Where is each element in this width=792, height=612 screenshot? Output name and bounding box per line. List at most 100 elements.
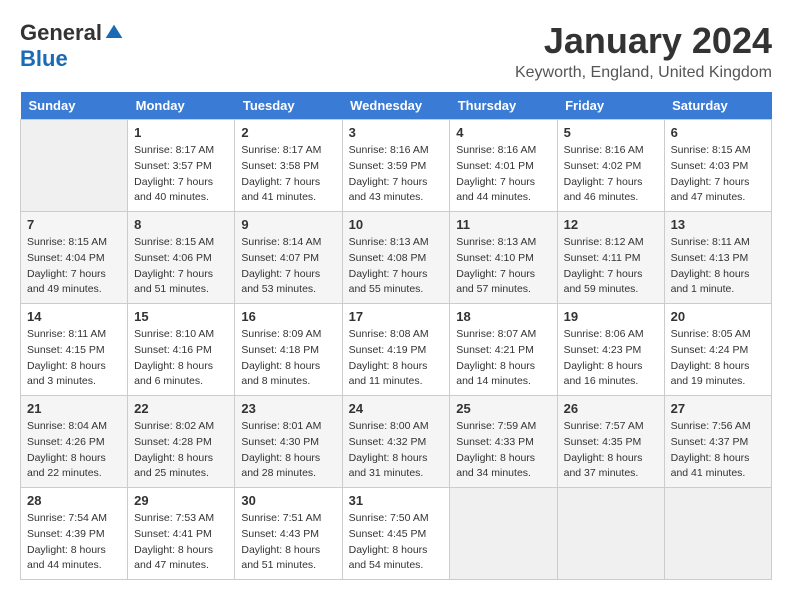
- calendar-cell-31: 31 Sunrise: 7:50 AM Sunset: 4:45 PM Dayl…: [342, 488, 450, 580]
- day-number: 9: [241, 217, 335, 232]
- logo-blue-text: Blue: [20, 46, 68, 72]
- calendar-cell-28: 28 Sunrise: 7:54 AM Sunset: 4:39 PM Dayl…: [21, 488, 128, 580]
- calendar-cell-9: 9 Sunrise: 8:14 AM Sunset: 4:07 PM Dayli…: [235, 212, 342, 304]
- header-sunday: Sunday: [21, 92, 128, 120]
- week-row-2: 7 Sunrise: 8:15 AM Sunset: 4:04 PM Dayli…: [21, 212, 772, 304]
- day-number: 16: [241, 309, 335, 324]
- location-title: Keyworth, England, United Kingdom: [515, 64, 772, 82]
- day-number: 21: [27, 401, 121, 416]
- day-info: Sunrise: 8:06 AM Sunset: 4:23 PM Dayligh…: [564, 327, 658, 390]
- calendar-cell-23: 23 Sunrise: 8:01 AM Sunset: 4:30 PM Dayl…: [235, 396, 342, 488]
- day-info: Sunrise: 8:04 AM Sunset: 4:26 PM Dayligh…: [27, 419, 121, 482]
- day-info: Sunrise: 8:00 AM Sunset: 4:32 PM Dayligh…: [349, 419, 444, 482]
- day-number: 27: [671, 401, 765, 416]
- calendar-cell-30: 30 Sunrise: 7:51 AM Sunset: 4:43 PM Dayl…: [235, 488, 342, 580]
- header-saturday: Saturday: [664, 92, 771, 120]
- day-number: 17: [349, 309, 444, 324]
- day-info: Sunrise: 7:50 AM Sunset: 4:45 PM Dayligh…: [349, 511, 444, 574]
- calendar-cell-22: 22 Sunrise: 8:02 AM Sunset: 4:28 PM Dayl…: [128, 396, 235, 488]
- day-info: Sunrise: 7:54 AM Sunset: 4:39 PM Dayligh…: [27, 511, 121, 574]
- calendar-cell-0: [21, 120, 128, 212]
- day-number: 18: [456, 309, 550, 324]
- week-row-3: 14 Sunrise: 8:11 AM Sunset: 4:15 PM Dayl…: [21, 304, 772, 396]
- calendar-cell-3: 3 Sunrise: 8:16 AM Sunset: 3:59 PM Dayli…: [342, 120, 450, 212]
- day-number: 15: [134, 309, 228, 324]
- calendar-cell-6: 6 Sunrise: 8:15 AM Sunset: 4:03 PM Dayli…: [664, 120, 771, 212]
- calendar-cell-19: 19 Sunrise: 8:06 AM Sunset: 4:23 PM Dayl…: [557, 304, 664, 396]
- calendar-cell-16: 16 Sunrise: 8:09 AM Sunset: 4:18 PM Dayl…: [235, 304, 342, 396]
- calendar-cell-1: 1 Sunrise: 8:17 AM Sunset: 3:57 PM Dayli…: [128, 120, 235, 212]
- calendar-cell-32: [450, 488, 557, 580]
- calendar-cell-5: 5 Sunrise: 8:16 AM Sunset: 4:02 PM Dayli…: [557, 120, 664, 212]
- day-info: Sunrise: 8:08 AM Sunset: 4:19 PM Dayligh…: [349, 327, 444, 390]
- day-info: Sunrise: 7:59 AM Sunset: 4:33 PM Dayligh…: [456, 419, 550, 482]
- day-number: 3: [349, 125, 444, 140]
- calendar-cell-21: 21 Sunrise: 8:04 AM Sunset: 4:26 PM Dayl…: [21, 396, 128, 488]
- calendar-cell-11: 11 Sunrise: 8:13 AM Sunset: 4:10 PM Dayl…: [450, 212, 557, 304]
- day-number: 13: [671, 217, 765, 232]
- calendar-cell-18: 18 Sunrise: 8:07 AM Sunset: 4:21 PM Dayl…: [450, 304, 557, 396]
- header-thursday: Thursday: [450, 92, 557, 120]
- day-number: 7: [27, 217, 121, 232]
- day-number: 2: [241, 125, 335, 140]
- day-info: Sunrise: 7:53 AM Sunset: 4:41 PM Dayligh…: [134, 511, 228, 574]
- day-number: 11: [456, 217, 550, 232]
- day-info: Sunrise: 7:51 AM Sunset: 4:43 PM Dayligh…: [241, 511, 335, 574]
- header-monday: Monday: [128, 92, 235, 120]
- logo-general-text: General: [20, 20, 102, 46]
- day-number: 6: [671, 125, 765, 140]
- logo-icon: [104, 23, 124, 43]
- calendar-cell-15: 15 Sunrise: 8:10 AM Sunset: 4:16 PM Dayl…: [128, 304, 235, 396]
- calendar-cell-34: [664, 488, 771, 580]
- day-info: Sunrise: 8:02 AM Sunset: 4:28 PM Dayligh…: [134, 419, 228, 482]
- week-row-1: 1 Sunrise: 8:17 AM Sunset: 3:57 PM Dayli…: [21, 120, 772, 212]
- day-info: Sunrise: 8:13 AM Sunset: 4:08 PM Dayligh…: [349, 235, 444, 298]
- day-number: 5: [564, 125, 658, 140]
- calendar-cell-4: 4 Sunrise: 8:16 AM Sunset: 4:01 PM Dayli…: [450, 120, 557, 212]
- day-number: 12: [564, 217, 658, 232]
- day-number: 28: [27, 493, 121, 508]
- header-friday: Friday: [557, 92, 664, 120]
- day-number: 24: [349, 401, 444, 416]
- calendar-cell-26: 26 Sunrise: 7:57 AM Sunset: 4:35 PM Dayl…: [557, 396, 664, 488]
- day-number: 29: [134, 493, 228, 508]
- calendar-cell-24: 24 Sunrise: 8:00 AM Sunset: 4:32 PM Dayl…: [342, 396, 450, 488]
- day-number: 30: [241, 493, 335, 508]
- day-info: Sunrise: 7:56 AM Sunset: 4:37 PM Dayligh…: [671, 419, 765, 482]
- calendar-cell-8: 8 Sunrise: 8:15 AM Sunset: 4:06 PM Dayli…: [128, 212, 235, 304]
- day-info: Sunrise: 8:16 AM Sunset: 4:02 PM Dayligh…: [564, 143, 658, 206]
- day-info: Sunrise: 8:16 AM Sunset: 3:59 PM Dayligh…: [349, 143, 444, 206]
- calendar-cell-13: 13 Sunrise: 8:11 AM Sunset: 4:13 PM Dayl…: [664, 212, 771, 304]
- calendar-table: Sunday Monday Tuesday Wednesday Thursday…: [20, 92, 772, 580]
- header-wednesday: Wednesday: [342, 92, 450, 120]
- day-info: Sunrise: 7:57 AM Sunset: 4:35 PM Dayligh…: [564, 419, 658, 482]
- calendar-cell-29: 29 Sunrise: 7:53 AM Sunset: 4:41 PM Dayl…: [128, 488, 235, 580]
- day-info: Sunrise: 8:10 AM Sunset: 4:16 PM Dayligh…: [134, 327, 228, 390]
- page-header: General Blue January 2024 Keyworth, Engl…: [20, 20, 772, 82]
- day-info: Sunrise: 8:11 AM Sunset: 4:13 PM Dayligh…: [671, 235, 765, 298]
- month-title: January 2024: [515, 20, 772, 62]
- day-number: 8: [134, 217, 228, 232]
- day-number: 14: [27, 309, 121, 324]
- day-number: 19: [564, 309, 658, 324]
- day-info: Sunrise: 8:12 AM Sunset: 4:11 PM Dayligh…: [564, 235, 658, 298]
- day-info: Sunrise: 8:11 AM Sunset: 4:15 PM Dayligh…: [27, 327, 121, 390]
- day-info: Sunrise: 8:15 AM Sunset: 4:06 PM Dayligh…: [134, 235, 228, 298]
- week-row-4: 21 Sunrise: 8:04 AM Sunset: 4:26 PM Dayl…: [21, 396, 772, 488]
- day-info: Sunrise: 8:07 AM Sunset: 4:21 PM Dayligh…: [456, 327, 550, 390]
- calendar-cell-10: 10 Sunrise: 8:13 AM Sunset: 4:08 PM Dayl…: [342, 212, 450, 304]
- day-number: 10: [349, 217, 444, 232]
- calendar-header-row: Sunday Monday Tuesday Wednesday Thursday…: [21, 92, 772, 120]
- day-number: 31: [349, 493, 444, 508]
- day-number: 20: [671, 309, 765, 324]
- day-info: Sunrise: 8:17 AM Sunset: 3:58 PM Dayligh…: [241, 143, 335, 206]
- header-tuesday: Tuesday: [235, 92, 342, 120]
- calendar-cell-20: 20 Sunrise: 8:05 AM Sunset: 4:24 PM Dayl…: [664, 304, 771, 396]
- title-block: January 2024 Keyworth, England, United K…: [515, 20, 772, 82]
- week-row-5: 28 Sunrise: 7:54 AM Sunset: 4:39 PM Dayl…: [21, 488, 772, 580]
- day-info: Sunrise: 8:14 AM Sunset: 4:07 PM Dayligh…: [241, 235, 335, 298]
- calendar-cell-17: 17 Sunrise: 8:08 AM Sunset: 4:19 PM Dayl…: [342, 304, 450, 396]
- day-info: Sunrise: 8:09 AM Sunset: 4:18 PM Dayligh…: [241, 327, 335, 390]
- day-info: Sunrise: 8:16 AM Sunset: 4:01 PM Dayligh…: [456, 143, 550, 206]
- day-number: 1: [134, 125, 228, 140]
